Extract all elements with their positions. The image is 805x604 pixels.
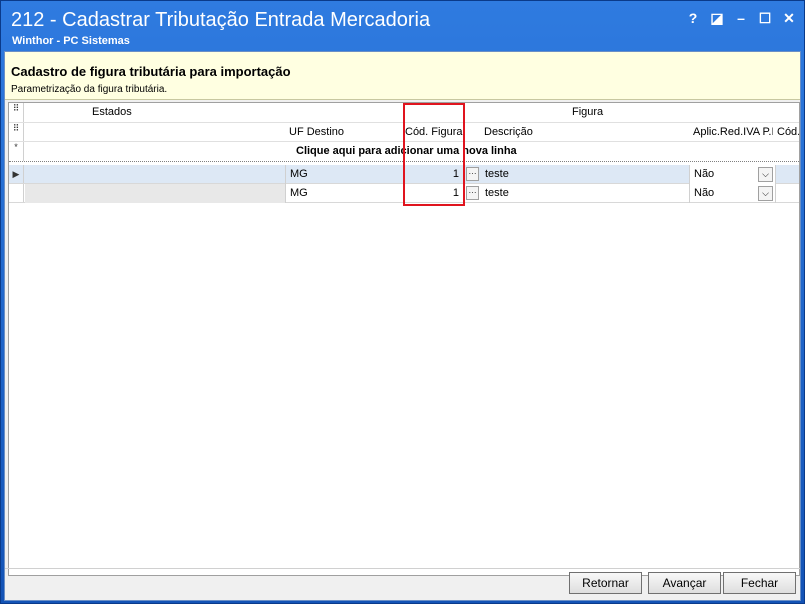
column-descricao[interactable]: Descrição xyxy=(484,126,533,138)
estados-cell[interactable] xyxy=(25,165,286,184)
header-title: Cadastro de figura tributária para impor… xyxy=(11,64,291,79)
restore-icon[interactable]: ◪ xyxy=(708,9,726,27)
estados-cell[interactable] xyxy=(25,184,286,203)
column-indicator-icon[interactable]: ⠿ xyxy=(9,123,24,141)
data-grid[interactable]: ⠿ Estados Figura ⠿ UF Destino Cód. Figur… xyxy=(8,102,800,576)
avancar-button[interactable]: Avançar xyxy=(648,572,721,594)
column-uf-destino[interactable]: UF Destino xyxy=(289,126,344,138)
band-indicator-icon[interactable]: ⠿ xyxy=(9,103,24,122)
header-panel: Cadastro de figura tributária para impor… xyxy=(5,52,800,100)
chevron-down-icon[interactable]: ⌵ xyxy=(758,186,773,201)
close-icon[interactable]: ✕ xyxy=(780,9,798,27)
new-row[interactable]: * Clique aqui para adicionar uma nova li… xyxy=(9,142,799,162)
help-icon[interactable]: ? xyxy=(684,9,702,27)
column-cod[interactable]: Cód. xyxy=(777,126,799,138)
cod-figura-cell[interactable]: 1 xyxy=(404,165,464,184)
fechar-button[interactable]: Fechar xyxy=(723,572,796,594)
ellipsis-button[interactable]: ··· xyxy=(466,167,479,181)
client-area: Cadastro de figura tributária para impor… xyxy=(4,51,801,601)
retornar-button[interactable]: Retornar xyxy=(569,572,642,594)
cod-figura-cell[interactable]: 1 xyxy=(404,184,464,203)
cod-cell[interactable] xyxy=(776,184,799,203)
new-row-text[interactable]: Clique aqui para adicionar uma nova linh… xyxy=(296,145,517,157)
cod-cell[interactable] xyxy=(776,165,799,184)
app-window: 212 - Cadastrar Tributação Entrada Merca… xyxy=(0,0,805,604)
window-subtitle: Winthor - PC Sistemas xyxy=(12,35,130,47)
row-indicator xyxy=(9,184,24,202)
column-header-row: ⠿ UF Destino Cód. Figura Descrição Aplic… xyxy=(9,123,799,142)
uf-destino-cell[interactable]: MG xyxy=(286,184,404,203)
button-bar: Retornar Avançar Fechar xyxy=(5,568,800,600)
header-subtitle: Parametrização da figura tributária. xyxy=(11,84,168,95)
descricao-cell[interactable]: teste xyxy=(481,165,690,184)
column-cod-figura[interactable]: Cód. Figura xyxy=(405,126,462,138)
table-row[interactable]: ▶ MG 1 ··· teste Não ⌵ xyxy=(9,165,799,184)
band-figura[interactable]: Figura xyxy=(572,106,603,118)
minimize-icon[interactable]: – xyxy=(732,9,750,27)
table-row[interactable]: MG 1 ··· teste Não ⌵ xyxy=(9,184,799,203)
descricao-cell[interactable]: teste xyxy=(481,184,690,203)
title-bar[interactable]: 212 - Cadastrar Tributação Entrada Merca… xyxy=(1,1,804,51)
band-header-row: ⠿ Estados Figura xyxy=(9,103,799,123)
band-estados[interactable]: Estados xyxy=(92,106,132,118)
window-title: 212 - Cadastrar Tributação Entrada Merca… xyxy=(11,9,431,31)
chevron-down-icon[interactable]: ⌵ xyxy=(758,167,773,182)
ellipsis-button[interactable]: ··· xyxy=(466,186,479,200)
column-aplic-red-iva[interactable]: Aplic.Red.IVA P.I xyxy=(693,126,773,138)
uf-destino-cell[interactable]: MG xyxy=(286,165,404,184)
current-row-icon: ▶ xyxy=(9,165,24,183)
new-row-indicator-icon: * xyxy=(9,142,24,161)
maximize-icon[interactable]: ☐ xyxy=(756,9,774,27)
